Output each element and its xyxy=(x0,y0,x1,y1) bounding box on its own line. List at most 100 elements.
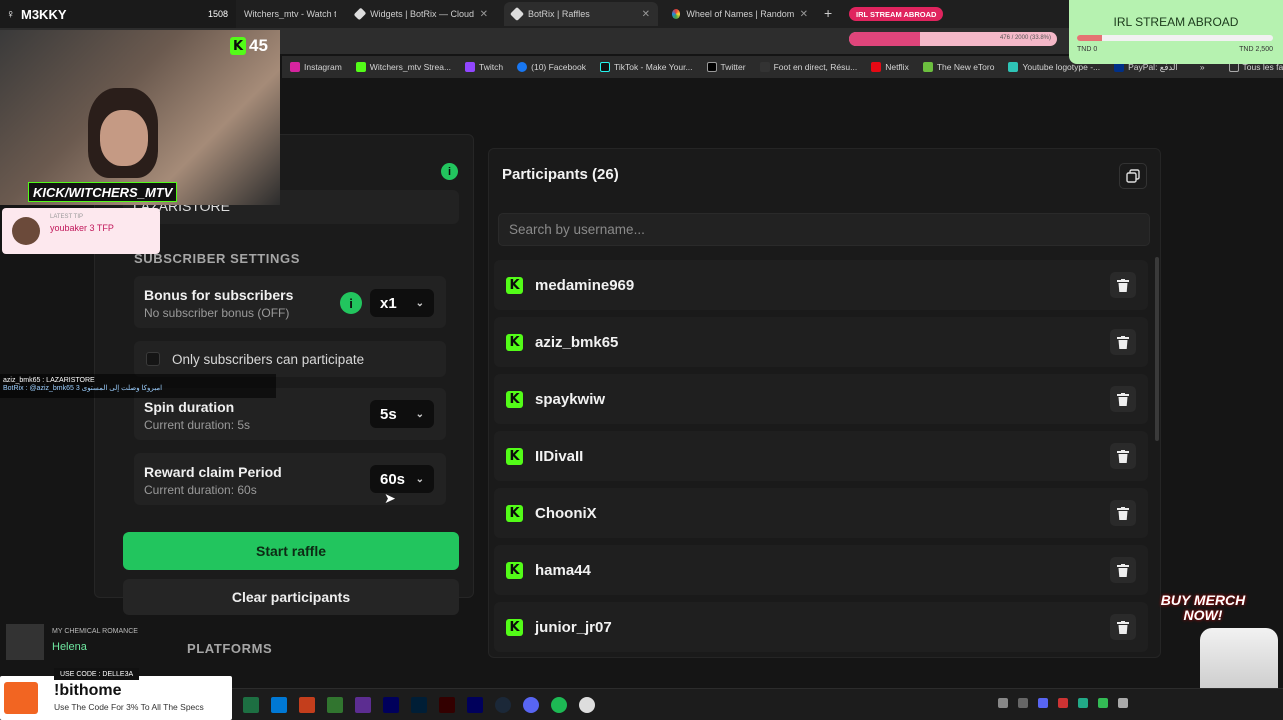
bookmark-twitch[interactable]: Twitch xyxy=(465,62,503,72)
now-playing-widget: MY CHEMICAL ROMANCE Helena xyxy=(6,622,152,662)
tiktok-icon xyxy=(599,62,610,72)
chevron-down-icon: ⌄ xyxy=(415,408,424,420)
close-icon[interactable]: ✕ xyxy=(800,9,808,20)
tray-icon[interactable] xyxy=(1118,698,1128,708)
music-artist: MY CHEMICAL ROMANCE xyxy=(52,628,138,635)
album-art xyxy=(6,624,44,660)
powerpoint-icon[interactable] xyxy=(299,697,315,713)
participant-name: junior_jr07 xyxy=(535,618,612,636)
progress-text: 476 / 2000 (33.8%) xyxy=(999,35,1051,41)
tab-botrix-widgets[interactable]: Widgets | BotRix — Cloud Strea ✕ xyxy=(348,2,496,26)
tray-icon[interactable] xyxy=(1078,698,1088,708)
premiere-icon[interactable] xyxy=(467,697,483,713)
delete-button[interactable] xyxy=(1110,614,1136,640)
spin-label: Spin duration xyxy=(144,399,235,415)
sponsor-promo-widget: USE CODE : DELLE3A !bithome Use The Code… xyxy=(0,668,232,720)
only-subscribers-option[interactable]: Only subscribers can participate xyxy=(134,341,446,377)
illustrator-icon[interactable] xyxy=(439,697,455,713)
streamer-face xyxy=(100,110,148,166)
reward-claim-card: Reward claim Period Current duration: 60… xyxy=(134,453,446,505)
info-icon[interactable]: i xyxy=(340,292,362,314)
delete-button[interactable] xyxy=(1110,557,1136,583)
latest-tip-label: LATEST TIP xyxy=(50,214,84,220)
bookmark-foot[interactable]: Foot en direct, Résu... xyxy=(759,62,857,72)
close-icon[interactable]: ✕ xyxy=(642,9,650,20)
tray-icon[interactable] xyxy=(1038,698,1048,708)
participants-title: Participants (26) xyxy=(502,166,619,183)
tab-label: Wheel of Names | Random nam xyxy=(686,9,794,19)
spin-duration-select[interactable]: 5s ⌄ xyxy=(370,400,434,428)
bookmark-witchers[interactable]: Witchers_mtv Strea... xyxy=(355,62,451,72)
visual-studio-icon[interactable] xyxy=(355,697,371,713)
spin-subtitle: Current duration: 5s xyxy=(144,418,251,432)
tray-icon[interactable] xyxy=(1018,698,1028,708)
delete-button[interactable] xyxy=(1110,272,1136,298)
bookmark-etoro[interactable]: The New eToro xyxy=(922,62,994,72)
delete-button[interactable] xyxy=(1110,443,1136,469)
trash-icon xyxy=(1117,335,1129,349)
publisher-icon[interactable] xyxy=(327,697,343,713)
channel-name: M3KKY xyxy=(21,6,67,22)
only-subscribers-checkbox[interactable] xyxy=(146,352,160,366)
promo-subtitle: Use The Code For 3% To All The Specs xyxy=(54,702,204,712)
participant-row: K ChooniX xyxy=(494,488,1148,538)
discord-icon[interactable] xyxy=(523,697,539,713)
after-effects-icon[interactable] xyxy=(383,697,399,713)
steam-icon[interactable] xyxy=(495,697,511,713)
bithome-logo-icon xyxy=(4,682,38,714)
copy-button[interactable] xyxy=(1119,163,1147,189)
tab-wheel-of-names[interactable]: Wheel of Names | Random nam ✕ xyxy=(664,2,816,26)
promo-code: USE CODE : DELLE3A xyxy=(54,668,140,680)
kick-icon: K xyxy=(506,618,523,636)
trash-icon xyxy=(1117,563,1129,577)
mouse-cursor-icon: ➤ xyxy=(384,490,396,506)
new-tab-button[interactable]: + xyxy=(824,5,832,21)
spotify-icon[interactable] xyxy=(551,697,567,713)
kick-icon: K xyxy=(506,333,523,351)
instagram-icon xyxy=(290,62,300,72)
donation-goal-widget: IRL STREAM ABROAD TND 0 TND 2,500 xyxy=(1069,0,1283,64)
bookmark-facebook[interactable]: (10) Facebook xyxy=(517,62,586,72)
claim-subtitle: Current duration: 60s xyxy=(144,483,257,497)
bookmark-instagram[interactable]: Instagram xyxy=(290,62,342,72)
delete-button[interactable] xyxy=(1110,329,1136,355)
bookmark-tiktok[interactable]: TikTok - Make Your... xyxy=(599,62,693,72)
participant-row: K IIDivaII xyxy=(494,431,1148,481)
bookmark-netflix[interactable]: Netflix xyxy=(871,62,909,72)
bonus-multiplier-select[interactable]: x1 ⌄ xyxy=(370,289,434,317)
participant-row: Kjunior_jr07 xyxy=(494,602,1148,652)
delete-button[interactable] xyxy=(1110,500,1136,526)
start-raffle-button[interactable]: Start raffle xyxy=(123,532,459,570)
tray-icon[interactable] xyxy=(1098,698,1108,708)
kick-viewer-count: 45 xyxy=(249,36,268,55)
outlook-icon[interactable] xyxy=(271,697,287,713)
kick-icon: K xyxy=(506,504,523,522)
scrollbar[interactable] xyxy=(1155,257,1159,441)
wheel-icon xyxy=(672,9,681,19)
close-icon[interactable]: ✕ xyxy=(480,9,488,20)
claim-period-value: 60s xyxy=(380,470,406,488)
bonus-multiplier-value: x1 xyxy=(380,294,397,312)
only-subscribers-label: Only subscribers can participate xyxy=(172,351,365,367)
info-icon[interactable]: i xyxy=(441,163,458,180)
tab-botrix-raffles[interactable]: BotRix | Raffles ✕ xyxy=(504,2,658,26)
stream-badge: IRL STREAM ABROAD xyxy=(849,7,944,21)
participant-row: Kmedamine969 xyxy=(494,260,1148,310)
participant-search-input[interactable] xyxy=(498,213,1150,246)
obs-icon[interactable] xyxy=(579,697,595,713)
trash-icon xyxy=(1117,278,1129,292)
tray-icon[interactable] xyxy=(998,698,1008,708)
bookmark-twitter[interactable]: Twitter xyxy=(706,62,746,72)
subscriber-bonus-card: Bonus for subscribers No subscriber bonu… xyxy=(134,276,446,328)
stream-progress-bar: 476 / 2000 (33.8%) xyxy=(849,32,1057,46)
clear-participants-button[interactable]: Clear participants xyxy=(123,579,459,615)
delete-button[interactable] xyxy=(1110,386,1136,412)
tray-icon[interactable] xyxy=(1058,698,1068,708)
excel-icon[interactable] xyxy=(243,697,259,713)
kick-icon: K xyxy=(506,390,523,408)
tab-witchers-vod[interactable]: Witchers_mtv - Watch the VOD xyxy=(236,2,344,26)
claim-period-select[interactable]: 60s ⌄ xyxy=(370,465,434,493)
trash-icon xyxy=(1117,506,1129,520)
photoshop-icon[interactable] xyxy=(411,697,427,713)
kick-icon: K xyxy=(506,447,523,465)
